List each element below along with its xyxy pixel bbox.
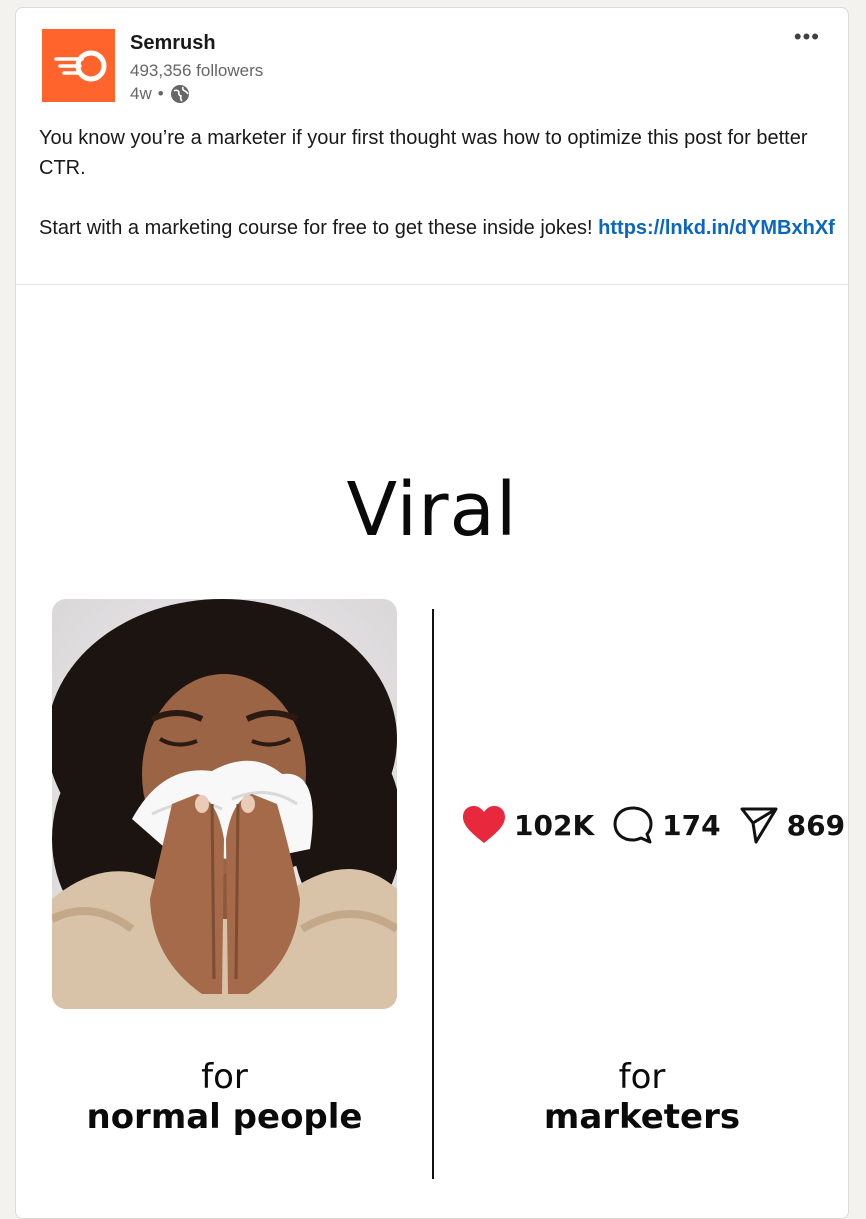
right-caption-for: for <box>618 1057 666 1097</box>
post-card: Semrush 493,356 followers 4w • ••• You k… <box>15 7 849 1219</box>
semrush-fireball-logo <box>42 29 115 102</box>
shares-count: 869 <box>786 808 846 842</box>
shares-stat: 869 <box>739 805 845 845</box>
right-caption: for marketers <box>462 1057 822 1137</box>
send-icon <box>740 807 778 844</box>
post-image[interactable]: Viral 102K 174 869 for normal people for… <box>16 284 848 1218</box>
heart-icon <box>463 806 505 843</box>
left-caption-for: for <box>201 1057 248 1097</box>
engagement-stats: 102K 174 869 <box>462 805 845 845</box>
post-age: 4w <box>130 84 152 103</box>
sneezing-person-photo <box>52 599 397 1009</box>
comments-stat: 174 <box>612 805 721 845</box>
globe-icon <box>170 85 189 103</box>
comments-count: 174 <box>662 808 721 842</box>
post-text-line2-prefix: Start with a marketing course for free t… <box>39 217 593 239</box>
right-caption-who: marketers <box>543 1097 741 1137</box>
image-divider <box>432 609 434 1179</box>
author-name[interactable]: Semrush <box>130 32 216 55</box>
meta-separator: • <box>157 84 164 103</box>
post-link[interactable]: https://lnkd.in/dYMBxhXf <box>598 217 835 239</box>
follower-count: 493,356 followers <box>130 61 264 80</box>
likes-count: 102K <box>514 808 595 842</box>
post-text-line2: Start with a marketing course for free t… <box>39 213 839 243</box>
post-text-line1: You know you’re a marketer if your first… <box>39 127 808 179</box>
more-options-button[interactable]: ••• <box>794 26 820 48</box>
company-logo[interactable] <box>42 29 115 102</box>
left-caption: for normal people <box>52 1057 397 1137</box>
left-caption-who: normal people <box>86 1097 363 1137</box>
post-text: You know you’re a marketer if your first… <box>39 123 839 243</box>
post-meta: 4w • <box>130 84 190 104</box>
comment-icon <box>613 806 653 844</box>
likes-stat: 102K <box>462 805 594 845</box>
image-title: Viral <box>346 467 518 553</box>
